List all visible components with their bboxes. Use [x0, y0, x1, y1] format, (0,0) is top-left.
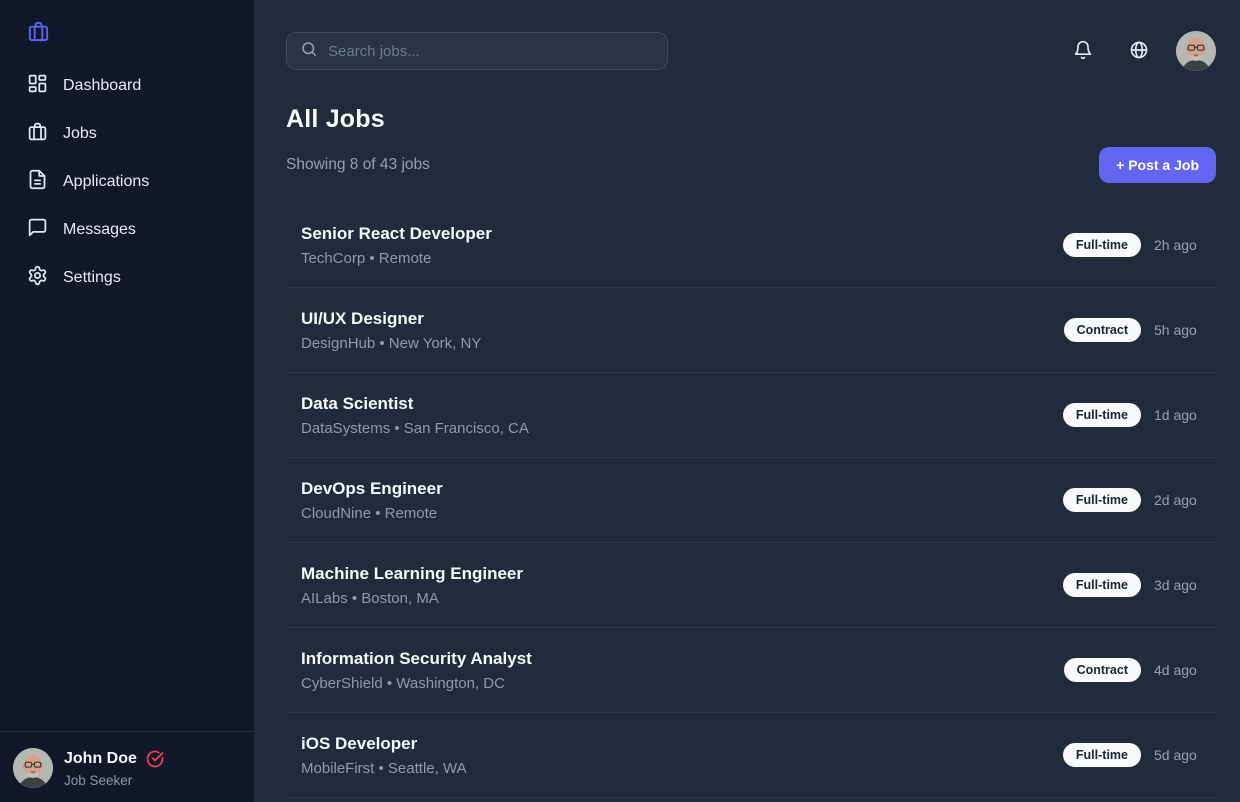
job-company-location: CloudNine • Remote — [301, 505, 443, 522]
job-info: iOS Developer MobileFirst • Seattle, WA — [301, 734, 467, 777]
job-title: Information Security Analyst — [301, 649, 532, 669]
avatar — [13, 748, 53, 788]
job-row-right: Full-time 5d ago — [1063, 743, 1202, 767]
post-job-button[interactable]: + Post a Job — [1099, 147, 1216, 183]
sidebar: Dashboard Jobs Applications — [0, 0, 254, 802]
dashboard-icon — [27, 73, 48, 99]
job-list: Senior React Developer TechCorp • Remote… — [286, 203, 1216, 798]
job-company-location: AILabs • Boston, MA — [301, 590, 523, 607]
job-type-badge: Contract — [1064, 318, 1141, 342]
job-title: UI/UX Designer — [301, 309, 481, 329]
job-company-location: TechCorp • Remote — [301, 250, 492, 267]
job-title: Machine Learning Engineer — [301, 564, 523, 584]
job-posted-time: 5d ago — [1154, 747, 1202, 763]
job-company-location: DesignHub • New York, NY — [301, 335, 481, 352]
user-name: John Doe — [64, 750, 137, 768]
job-posted-time: 2h ago — [1154, 237, 1202, 253]
job-row[interactable]: Data Scientist DataSystems • San Francis… — [286, 373, 1216, 458]
globe-icon — [1129, 40, 1149, 63]
sidebar-footer: John Doe Job Seeker — [0, 731, 254, 802]
user-role: Job Seeker — [64, 773, 164, 788]
job-info: Machine Learning Engineer AILabs • Bosto… — [301, 564, 523, 607]
job-row[interactable]: UI/UX Designer DesignHub • New York, NY … — [286, 288, 1216, 373]
sidebar-item-messages[interactable]: Messages — [0, 206, 254, 254]
job-info: UI/UX Designer DesignHub • New York, NY — [301, 309, 481, 352]
job-row-right: Full-time 3d ago — [1063, 573, 1202, 597]
job-row-right: Full-time 1d ago — [1063, 403, 1202, 427]
job-type-badge: Contract — [1064, 658, 1141, 682]
job-title: Senior React Developer — [301, 224, 492, 244]
sidebar-item-label: Applications — [63, 173, 149, 191]
sidebar-item-label: Dashboard — [63, 77, 141, 95]
sidebar-item-dashboard[interactable]: Dashboard — [0, 62, 254, 110]
topbar — [286, 31, 1216, 71]
sidebar-item-jobs[interactable]: Jobs — [0, 110, 254, 158]
chat-icon — [27, 217, 48, 243]
job-info: Information Security Analyst CyberShield… — [301, 649, 532, 692]
job-title: Data Scientist — [301, 394, 529, 414]
job-row-right: Full-time 2h ago — [1063, 233, 1202, 257]
document-icon — [27, 169, 48, 195]
job-posted-time: 2d ago — [1154, 492, 1202, 508]
gear-icon — [27, 265, 48, 291]
job-type-badge: Full-time — [1063, 573, 1141, 597]
job-info: DevOps Engineer CloudNine • Remote — [301, 479, 443, 522]
notifications-button[interactable] — [1073, 40, 1093, 63]
job-company-location: CyberShield • Washington, DC — [301, 675, 532, 692]
profile-avatar[interactable] — [1176, 31, 1216, 71]
job-row[interactable]: Machine Learning Engineer AILabs • Bosto… — [286, 543, 1216, 628]
job-type-badge: Full-time — [1063, 233, 1141, 257]
search-input[interactable] — [328, 43, 654, 60]
job-posted-time: 3d ago — [1154, 577, 1202, 593]
list-header: Showing 8 of 43 jobs + Post a Job — [286, 147, 1216, 183]
job-row-right: Contract 4d ago — [1064, 658, 1202, 682]
main-content: All Jobs Showing 8 of 43 jobs + Post a J… — [254, 0, 1240, 802]
verified-check-icon — [146, 747, 164, 770]
sidebar-item-label: Settings — [63, 269, 121, 287]
job-row[interactable]: Senior React Developer TechCorp • Remote… — [286, 203, 1216, 288]
bell-icon — [1073, 40, 1093, 63]
job-company-location: DataSystems • San Francisco, CA — [301, 420, 529, 437]
language-button[interactable] — [1129, 40, 1149, 63]
page-title: All Jobs — [286, 105, 1216, 134]
job-info: Senior React Developer TechCorp • Remote — [301, 224, 492, 267]
briefcase-icon — [27, 121, 48, 147]
job-posted-time: 5h ago — [1154, 322, 1202, 338]
briefcase-logo-icon — [27, 30, 50, 47]
job-title: DevOps Engineer — [301, 479, 443, 499]
sidebar-item-label: Messages — [63, 221, 136, 239]
sidebar-item-settings[interactable]: Settings — [0, 254, 254, 302]
job-row[interactable]: iOS Developer MobileFirst • Seattle, WA … — [286, 713, 1216, 798]
results-count: Showing 8 of 43 jobs — [286, 156, 430, 174]
job-posted-time: 1d ago — [1154, 407, 1202, 423]
job-info: Data Scientist DataSystems • San Francis… — [301, 394, 529, 437]
search-box — [286, 32, 668, 70]
sidebar-nav: Dashboard Jobs Applications — [0, 62, 254, 302]
sidebar-item-label: Jobs — [63, 125, 97, 143]
job-row-right: Contract 5h ago — [1064, 318, 1202, 342]
sidebar-item-applications[interactable]: Applications — [0, 158, 254, 206]
user-card[interactable]: John Doe Job Seeker — [13, 747, 241, 788]
search-icon — [300, 40, 318, 63]
topbar-actions — [1073, 31, 1216, 71]
job-row[interactable]: DevOps Engineer CloudNine • Remote Full-… — [286, 458, 1216, 543]
job-row-right: Full-time 2d ago — [1063, 488, 1202, 512]
job-title: iOS Developer — [301, 734, 467, 754]
job-type-badge: Full-time — [1063, 743, 1141, 767]
app-logo[interactable] — [0, 18, 254, 62]
job-company-location: MobileFirst • Seattle, WA — [301, 760, 467, 777]
job-row[interactable]: Information Security Analyst CyberShield… — [286, 628, 1216, 713]
job-type-badge: Full-time — [1063, 488, 1141, 512]
job-posted-time: 4d ago — [1154, 662, 1202, 678]
job-type-badge: Full-time — [1063, 403, 1141, 427]
